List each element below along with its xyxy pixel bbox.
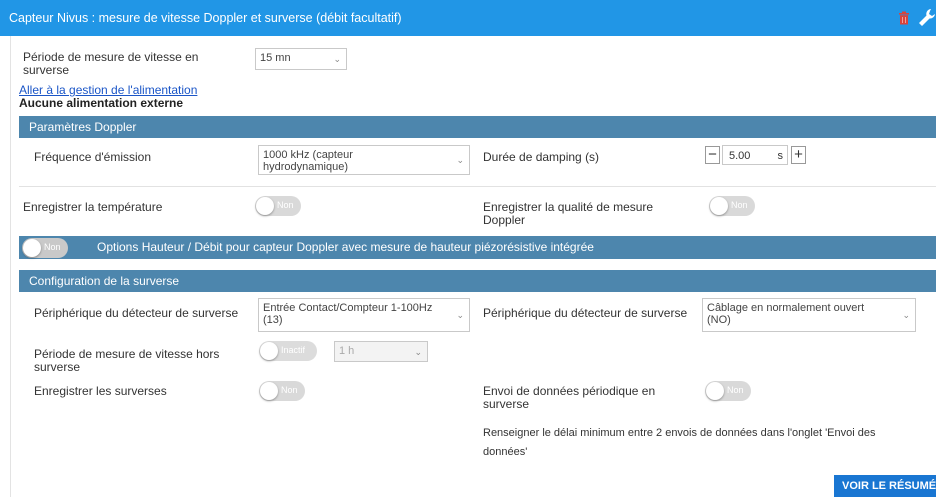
options-toggle-label: Non	[44, 242, 61, 252]
overflow-period-value: 1 h	[339, 345, 355, 357]
frequency-value: 1000 kHz (capteur hydrodynamique)	[263, 149, 353, 173]
overflow-device1-select[interactable]: Entrée Contact/Compteur 1-100Hz (13) ⌄	[258, 298, 470, 332]
periodic-send-note: Renseigner le délai minimum entre 2 envo…	[483, 427, 876, 458]
toggle-knob	[260, 382, 278, 400]
chevron-down-icon: ⌄	[456, 155, 464, 165]
speed-period-select[interactable]: 15 mn ⌄	[255, 48, 347, 70]
overflow-period-toggle-label: Inactif	[281, 345, 306, 355]
toggle-knob	[23, 239, 41, 257]
view-summary-button[interactable]: VOIR LE RÉSUMÉ	[834, 475, 936, 497]
speed-period-label: Période de mesure de vitesse en surverse	[23, 50, 199, 77]
chevron-down-icon: ⌄	[414, 346, 422, 357]
overflow-section-header: Configuration de la surverse	[19, 270, 936, 292]
overflow-device1-label: Périphérique du détecteur de surverse	[34, 306, 239, 320]
damping-value: 5.00	[729, 150, 751, 162]
damping-unit: s	[777, 150, 784, 162]
overflow-device1-value: Entrée Contact/Compteur 1-100Hz (13)	[263, 302, 433, 326]
temperature-toggle-label: Non	[277, 200, 294, 210]
overflow-device2-select[interactable]: Câblage en normalement ouvert (NO) ⌄	[702, 298, 916, 332]
toggle-knob	[710, 197, 728, 215]
overflow-device2-value: Câblage en normalement ouvert (NO)	[707, 302, 865, 326]
record-overflow-toggle[interactable]: Non	[259, 381, 305, 401]
toggle-knob	[260, 342, 278, 360]
speed-period-value: 15 mn	[260, 52, 291, 64]
chevron-down-icon: ⌄	[902, 310, 910, 320]
record-overflow-toggle-label: Non	[281, 385, 298, 395]
panel-header: Capteur Nivus : mesure de vitesse Dopple…	[0, 0, 936, 36]
damping-increment-button[interactable]: +	[791, 146, 806, 164]
periodic-send-toggle[interactable]: Non	[705, 381, 751, 401]
temperature-toggle[interactable]: Non	[255, 196, 301, 216]
frequency-label: Fréquence d'émission	[34, 150, 152, 164]
temperature-label: Enregistrer la température	[23, 200, 163, 214]
options-section-header: Options Hauteur / Débit pour capteur Dop…	[19, 236, 936, 259]
periodic-send-toggle-label: Non	[727, 385, 744, 395]
toggle-knob	[256, 197, 274, 215]
trash-icon[interactable]	[898, 11, 910, 25]
overflow-period-label: Période de mesure de vitesse hors surver…	[34, 347, 220, 374]
divider	[19, 186, 936, 187]
wrench-icon[interactable]	[918, 8, 936, 28]
overflow-period-select[interactable]: 1 h ⌄	[334, 341, 428, 362]
damping-label: Durée de damping (s)	[483, 150, 600, 164]
toggle-knob	[706, 382, 724, 400]
doppler-section-header: Paramètres Doppler	[19, 116, 936, 138]
power-status: Aucune alimentation externe	[19, 96, 184, 110]
chevron-down-icon: ⌄	[456, 310, 464, 320]
panel-title: Capteur Nivus : mesure de vitesse Dopple…	[9, 11, 402, 25]
damping-input[interactable]: 5.00 s	[722, 145, 788, 165]
periodic-send-label: Envoi de données périodique en surverse	[483, 384, 656, 411]
quality-label: Enregistrer la qualité de mesure Doppler	[483, 200, 654, 227]
overflow-device2-label: Périphérique du détecteur de surverse	[483, 306, 688, 320]
options-label: Options Hauteur / Débit pour capteur Dop…	[97, 240, 594, 254]
frequency-select[interactable]: 1000 kHz (capteur hydrodynamique) ⌄	[258, 145, 470, 175]
damping-decrement-button[interactable]: −	[705, 146, 720, 164]
options-toggle[interactable]: Non	[22, 238, 68, 258]
quality-toggle[interactable]: Non	[709, 196, 755, 216]
record-overflow-label: Enregistrer les surverses	[34, 384, 167, 398]
chevron-down-icon: ⌄	[333, 54, 341, 64]
quality-toggle-label: Non	[731, 200, 748, 210]
overflow-period-toggle[interactable]: Inactif	[259, 341, 317, 361]
